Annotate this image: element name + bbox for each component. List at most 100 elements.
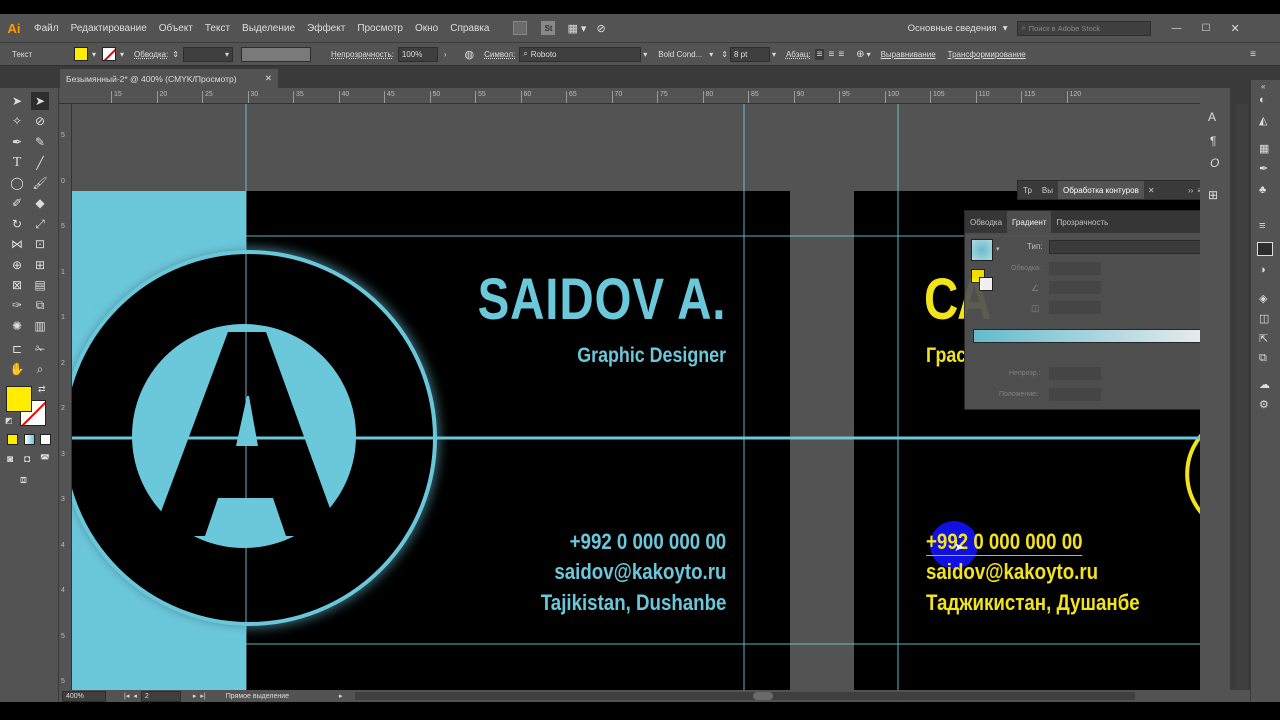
- align-center-icon[interactable]: ≡: [828, 49, 834, 60]
- paragraph-label[interactable]: Абзац:: [786, 50, 811, 59]
- opacity-label[interactable]: Непрозрачность:: [331, 50, 394, 59]
- fill-color-swatch[interactable]: [74, 47, 88, 61]
- chevron-down-icon[interactable]: ▾: [996, 245, 1000, 253]
- chevron-down-icon[interactable]: ▾: [709, 50, 713, 59]
- right-card-title[interactable]: Грас: [926, 344, 966, 368]
- stroke-apply-buttons[interactable]: [1049, 262, 1101, 275]
- draw-inside-icon[interactable]: ◚: [40, 454, 50, 465]
- arrange-documents-icon[interactable]: ▦ ▾: [567, 22, 586, 35]
- gradient-slider-bar[interactable]: [973, 329, 1221, 343]
- panel-menu-icon[interactable]: ≡: [1250, 49, 1256, 60]
- recolor-icon[interactable]: ◍: [465, 48, 475, 61]
- chevron-down-icon[interactable]: ▾: [867, 50, 871, 59]
- brushes-panel-icon[interactable]: ✒: [1259, 162, 1268, 175]
- status-menu-icon[interactable]: ▸: [339, 692, 343, 700]
- align-right-icon[interactable]: ≡: [838, 49, 844, 60]
- stock-icon[interactable]: St: [541, 21, 556, 35]
- symbol-sprayer-tool-icon[interactable]: ✺: [8, 317, 26, 335]
- blend-tool-icon[interactable]: ⧉: [31, 296, 49, 314]
- opentype-panel-icon[interactable]: O: [1210, 156, 1219, 170]
- maximize-button[interactable]: ☐: [1201, 23, 1210, 34]
- chevron-down-icon[interactable]: ▾: [643, 50, 647, 59]
- default-fill-stroke-icon[interactable]: ◩: [5, 416, 13, 425]
- align-link[interactable]: Выравнивание: [881, 50, 936, 59]
- tab-transform[interactable]: Тр: [1018, 181, 1037, 199]
- color-mode-icon[interactable]: [7, 434, 18, 445]
- type-tool-icon[interactable]: T: [8, 154, 26, 172]
- shaper-tool-icon[interactable]: ✐: [8, 194, 26, 212]
- artboard-tool-icon[interactable]: ⊏: [8, 340, 26, 358]
- none-mode-icon[interactable]: [40, 434, 51, 445]
- artboards-panel-icon[interactable]: ⧉: [1259, 352, 1267, 365]
- close-icon[interactable]: ✕: [1148, 181, 1155, 199]
- character-panel-icon[interactable]: A: [1208, 110, 1216, 124]
- color-guide-icon[interactable]: ◭: [1259, 114, 1267, 127]
- ellipse-tool-icon[interactable]: ◯: [8, 174, 26, 192]
- stroke-weight-stepper[interactable]: ⇕: [172, 50, 179, 59]
- cc-libraries-icon[interactable]: ☁: [1259, 378, 1270, 391]
- bridge-icon[interactable]: [513, 21, 528, 35]
- variable-width-profile[interactable]: [241, 46, 311, 62]
- close-button[interactable]: ✕: [1230, 22, 1239, 35]
- export-panel-icon[interactable]: ⇱: [1259, 332, 1268, 345]
- font-style-field[interactable]: Bold Cond...: [655, 47, 709, 62]
- swatches-panel-icon[interactable]: ▦: [1259, 142, 1269, 155]
- slice-tool-icon[interactable]: ✁: [31, 340, 49, 358]
- color-panel-icon[interactable]: ◐: [1259, 94, 1266, 106]
- last-artboard-icon[interactable]: ▸|: [200, 692, 205, 700]
- gradient-panel-icon[interactable]: [1257, 242, 1273, 256]
- opacity-stop-field[interactable]: [1049, 367, 1101, 380]
- zoom-field[interactable]: 400%: [62, 690, 106, 702]
- vertical-scrollbar[interactable]: [1236, 104, 1248, 690]
- location-stop-field[interactable]: [1049, 388, 1101, 401]
- eraser-tool-icon[interactable]: ◆: [31, 194, 49, 212]
- stroke-mini-swatch[interactable]: [979, 277, 993, 291]
- paragraph-panel-icon[interactable]: ¶: [1210, 134, 1216, 148]
- chevron-down-icon[interactable]: ▾: [92, 50, 96, 59]
- draw-behind-icon[interactable]: ◘: [24, 454, 30, 465]
- font-size-stepper[interactable]: ⇕: [721, 50, 728, 59]
- next-artboard-icon[interactable]: ▸: [193, 692, 197, 700]
- gpu-performance-icon[interactable]: ⊘: [596, 22, 605, 35]
- stock-search-input[interactable]: ⌕ Поиск в Adobe Stock: [1017, 20, 1152, 36]
- direct-selection-tool-icon[interactable]: ➤: [31, 92, 49, 110]
- tab-stroke[interactable]: Обводка: [965, 211, 1007, 233]
- tab-transparency[interactable]: Прозрачность: [1051, 211, 1113, 233]
- aspect-ratio-field[interactable]: [1049, 301, 1101, 314]
- opacity-field[interactable]: 100%: [397, 46, 438, 62]
- expand-panels-icon[interactable]: «: [1261, 82, 1265, 91]
- left-card-title[interactable]: Graphic Designer: [577, 344, 726, 368]
- pen-tool-icon[interactable]: ✒: [8, 133, 26, 151]
- align-left-icon[interactable]: ≡: [814, 48, 825, 60]
- tab-gradient[interactable]: Градиент: [1007, 211, 1052, 233]
- menu-view[interactable]: Просмотр: [351, 23, 409, 34]
- transparency-panel-icon[interactable]: ◑: [1259, 264, 1266, 276]
- symbols-panel-icon[interactable]: ♣: [1259, 184, 1266, 196]
- first-artboard-icon[interactable]: |◂: [124, 692, 129, 700]
- artboard-number-field[interactable]: 2: [140, 690, 181, 702]
- angle-field[interactable]: [1049, 281, 1101, 294]
- menu-edit[interactable]: Редактирование: [65, 23, 153, 34]
- menu-window[interactable]: Окно: [409, 23, 444, 34]
- prev-artboard-icon[interactable]: ◂: [133, 692, 137, 700]
- glyphs-panel-icon[interactable]: ⊞: [1208, 188, 1218, 202]
- left-card-location[interactable]: Tajikistan, Dushanbe: [540, 590, 726, 616]
- stroke-color-swatch[interactable]: [102, 47, 117, 61]
- screen-mode-icon[interactable]: ⧈: [20, 474, 27, 487]
- right-card-location[interactable]: Таджикистан, Душанбе: [926, 590, 1140, 616]
- chevron-down-icon[interactable]: ▾: [772, 50, 776, 59]
- right-card-email[interactable]: saidov@kakoyto.ru: [926, 559, 1098, 585]
- symbol-label[interactable]: Символ:: [484, 50, 515, 59]
- menu-type[interactable]: Текст: [199, 23, 236, 34]
- column-graph-tool-icon[interactable]: ▥: [31, 317, 49, 335]
- font-size-field[interactable]: 8 pt: [729, 46, 770, 62]
- left-card-name[interactable]: SAIDOV A.: [477, 266, 726, 333]
- lasso-tool-icon[interactable]: ⊘: [31, 112, 49, 130]
- stroke-panel-icon[interactable]: ≡: [1259, 220, 1265, 232]
- appearance-panel-icon[interactable]: ◈: [1259, 292, 1267, 305]
- globe-icon[interactable]: ⊕: [856, 49, 864, 60]
- shape-builder-tool-icon[interactable]: ⊕: [8, 256, 26, 274]
- swap-fill-stroke-icon[interactable]: ⇄: [38, 384, 46, 395]
- eyedropper-tool-icon[interactable]: ✑: [8, 296, 26, 314]
- curvature-tool-icon[interactable]: ✎: [31, 133, 49, 151]
